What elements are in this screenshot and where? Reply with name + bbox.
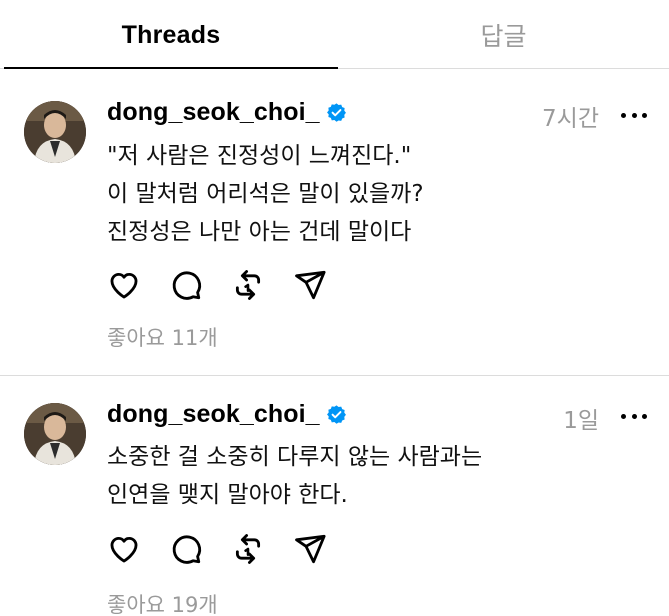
post-text: 소중한 걸 소중히 다루지 않는 사람과는 인연을 맺지 말아야 한다. xyxy=(107,438,482,514)
verified-badge-icon xyxy=(326,404,346,424)
avatar[interactable] xyxy=(24,101,86,163)
avatar[interactable] xyxy=(24,403,86,465)
post-text-line: 인연을 맺지 말아야 한다. xyxy=(107,482,348,508)
comment-bubble-icon xyxy=(172,271,201,300)
repost-button[interactable] xyxy=(231,532,265,566)
post-actions xyxy=(107,532,355,566)
more-horizontal-icon[interactable] xyxy=(621,411,647,421)
more-horizontal-icon[interactable] xyxy=(621,110,647,120)
post-text-line: 이 말처럼 어리석은 말이 있을까? xyxy=(107,181,424,207)
like-count[interactable]: 좋아요 19개 xyxy=(107,589,218,616)
post-text-line: 진정성은 나만 아는 건데 말이다 xyxy=(107,219,412,245)
post-timestamp: 1일 xyxy=(563,408,599,434)
comment-button[interactable] xyxy=(169,532,203,566)
like-count[interactable]: 좋아요 11개 xyxy=(107,322,218,352)
profile-tabs: Threads 답글 xyxy=(0,0,669,70)
verified-badge-icon xyxy=(326,102,346,122)
post-timestamp: 7시간 xyxy=(542,106,599,132)
share-button[interactable] xyxy=(293,268,327,302)
comment-bubble-icon xyxy=(172,535,201,564)
thread-post[interactable]: dong_seok_choi_ 1일 소중한 걸 소중히 다루지 않는 사람과는… xyxy=(0,376,669,616)
author-row: dong_seok_choi_ xyxy=(107,398,347,430)
like-button[interactable] xyxy=(107,268,141,302)
post-text: "저 사람은 진정성이 느껴진다." 이 말처럼 어리석은 말이 있을까? 진정… xyxy=(107,137,424,251)
share-button[interactable] xyxy=(293,532,327,566)
username[interactable]: dong_seok_choi_ xyxy=(107,400,320,429)
post-text-line: "저 사람은 진정성이 느껴진다." xyxy=(107,143,412,169)
repost-icon xyxy=(235,270,261,300)
heart-icon xyxy=(110,272,138,299)
post-text-line: 소중한 걸 소중히 다루지 않는 사람과는 xyxy=(107,444,483,470)
thread-post[interactable]: dong_seok_choi_ 7시간 "저 사람은 진정성이 느껴진다." 이… xyxy=(0,70,669,375)
username[interactable]: dong_seok_choi_ xyxy=(107,98,320,127)
author-row: dong_seok_choi_ xyxy=(107,96,347,128)
avatar-photo xyxy=(24,101,86,163)
like-button[interactable] xyxy=(107,532,141,566)
repost-button[interactable] xyxy=(231,268,265,302)
tab-threads[interactable]: Threads xyxy=(4,0,338,70)
comment-button[interactable] xyxy=(169,268,203,302)
heart-icon xyxy=(110,536,138,563)
post-actions xyxy=(107,268,355,302)
send-icon xyxy=(295,270,326,300)
repost-icon xyxy=(235,534,261,564)
tab-replies[interactable]: 답글 xyxy=(338,0,669,70)
active-tab-indicator xyxy=(4,67,338,69)
send-icon xyxy=(295,534,326,564)
avatar-photo xyxy=(24,403,86,465)
